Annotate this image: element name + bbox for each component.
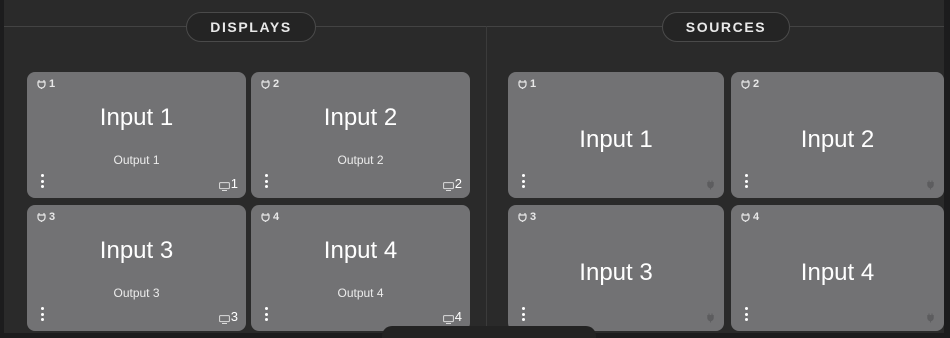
output-number: 1: [230, 176, 238, 191]
input-label: Input 1: [99, 104, 174, 131]
card-number-label: 3: [530, 211, 537, 223]
plug-icon: [741, 80, 750, 89]
card-number: 4: [741, 211, 759, 223]
header-rule-left: [4, 26, 186, 27]
kebab-menu-icon[interactable]: [263, 174, 269, 188]
output-number: 4: [454, 309, 462, 324]
input-label: Input 2: [800, 126, 875, 153]
kebab-menu-icon[interactable]: [520, 174, 526, 188]
card-number-label: 2: [753, 78, 760, 90]
card-number: 1: [37, 78, 55, 90]
output-label: Output 2: [337, 153, 384, 167]
displays-header[interactable]: DISPLAYS: [186, 12, 316, 42]
output-badge: 1: [218, 176, 238, 191]
plug-icon: [518, 80, 527, 89]
plug-icon: [261, 80, 270, 89]
output-label: Output 4: [337, 286, 384, 300]
output-label: Output 3: [113, 286, 160, 300]
kebab-menu-icon[interactable]: [520, 307, 526, 321]
display-card-3[interactable]: 3 Input 3 Output 3 3: [27, 205, 246, 331]
source-card-3[interactable]: 3 Input 3: [508, 205, 724, 331]
sources-panel: SOURCES 1 Input 1 2 Input 2 3 Input 3 4 …: [486, 0, 944, 333]
plug-icon: [518, 213, 527, 222]
plug-icon: [37, 80, 46, 89]
card-number-label: 3: [49, 211, 56, 223]
source-card-2[interactable]: 2 Input 2: [731, 72, 944, 198]
output-badge: 3: [218, 309, 238, 324]
display-card-1[interactable]: 1 Input 1 Output 1 1: [27, 72, 246, 198]
plug-icon: [707, 313, 714, 323]
output-number: 2: [454, 176, 462, 191]
input-label: Input 1: [579, 126, 653, 153]
header-rule-left: [487, 26, 662, 27]
input-label: Input 2: [323, 104, 398, 131]
plug-icon: [741, 213, 750, 222]
monitor-icon: [442, 182, 454, 191]
card-number-label: 2: [273, 78, 280, 90]
kebab-menu-icon[interactable]: [39, 174, 45, 188]
output-badge: 4: [442, 309, 462, 324]
source-card-1[interactable]: 1 Input 1: [508, 72, 724, 198]
plug-icon: [927, 313, 934, 323]
output-number: 3: [230, 309, 238, 324]
card-number-label: 1: [49, 78, 56, 90]
source-card-4[interactable]: 4 Input 4: [731, 205, 944, 331]
kebab-menu-icon[interactable]: [743, 307, 749, 321]
output-badge: 2: [442, 176, 462, 191]
kebab-menu-icon[interactable]: [39, 307, 45, 321]
bottom-drawer-handle[interactable]: [382, 326, 596, 338]
displays-panel: DISPLAYS 1 Input 1 Output 1 1 2 Input 2 …: [4, 0, 486, 333]
matrix-app: DISPLAYS 1 Input 1 Output 1 1 2 Input 2 …: [4, 0, 944, 338]
card-number-label: 4: [753, 211, 760, 223]
kebab-menu-icon[interactable]: [263, 307, 269, 321]
plug-icon: [927, 180, 934, 190]
input-label: Input 3: [99, 237, 174, 264]
card-number-label: 1: [530, 78, 537, 90]
plug-icon: [37, 213, 46, 222]
monitor-icon: [218, 315, 230, 324]
sources-header[interactable]: SOURCES: [662, 12, 790, 42]
card-number: 1: [518, 78, 536, 90]
kebab-menu-icon[interactable]: [743, 174, 749, 188]
plug-icon: [261, 213, 270, 222]
input-label: Input 4: [800, 259, 875, 286]
input-label: Input 3: [579, 259, 653, 286]
card-number: 3: [37, 211, 55, 223]
card-number: 3: [518, 211, 536, 223]
input-label: Input 4: [323, 237, 398, 264]
card-number-label: 4: [273, 211, 280, 223]
display-card-4[interactable]: 4 Input 4 Output 4 4: [251, 205, 470, 331]
card-number: 2: [741, 78, 759, 90]
output-label: Output 1: [113, 153, 160, 167]
monitor-icon: [218, 182, 230, 191]
card-number: 4: [261, 211, 279, 223]
card-number: 2: [261, 78, 279, 90]
display-card-2[interactable]: 2 Input 2 Output 2 2: [251, 72, 470, 198]
monitor-icon: [442, 315, 454, 324]
header-rule-right: [316, 26, 486, 27]
header-rule-right: [790, 26, 944, 27]
plug-icon: [707, 180, 714, 190]
